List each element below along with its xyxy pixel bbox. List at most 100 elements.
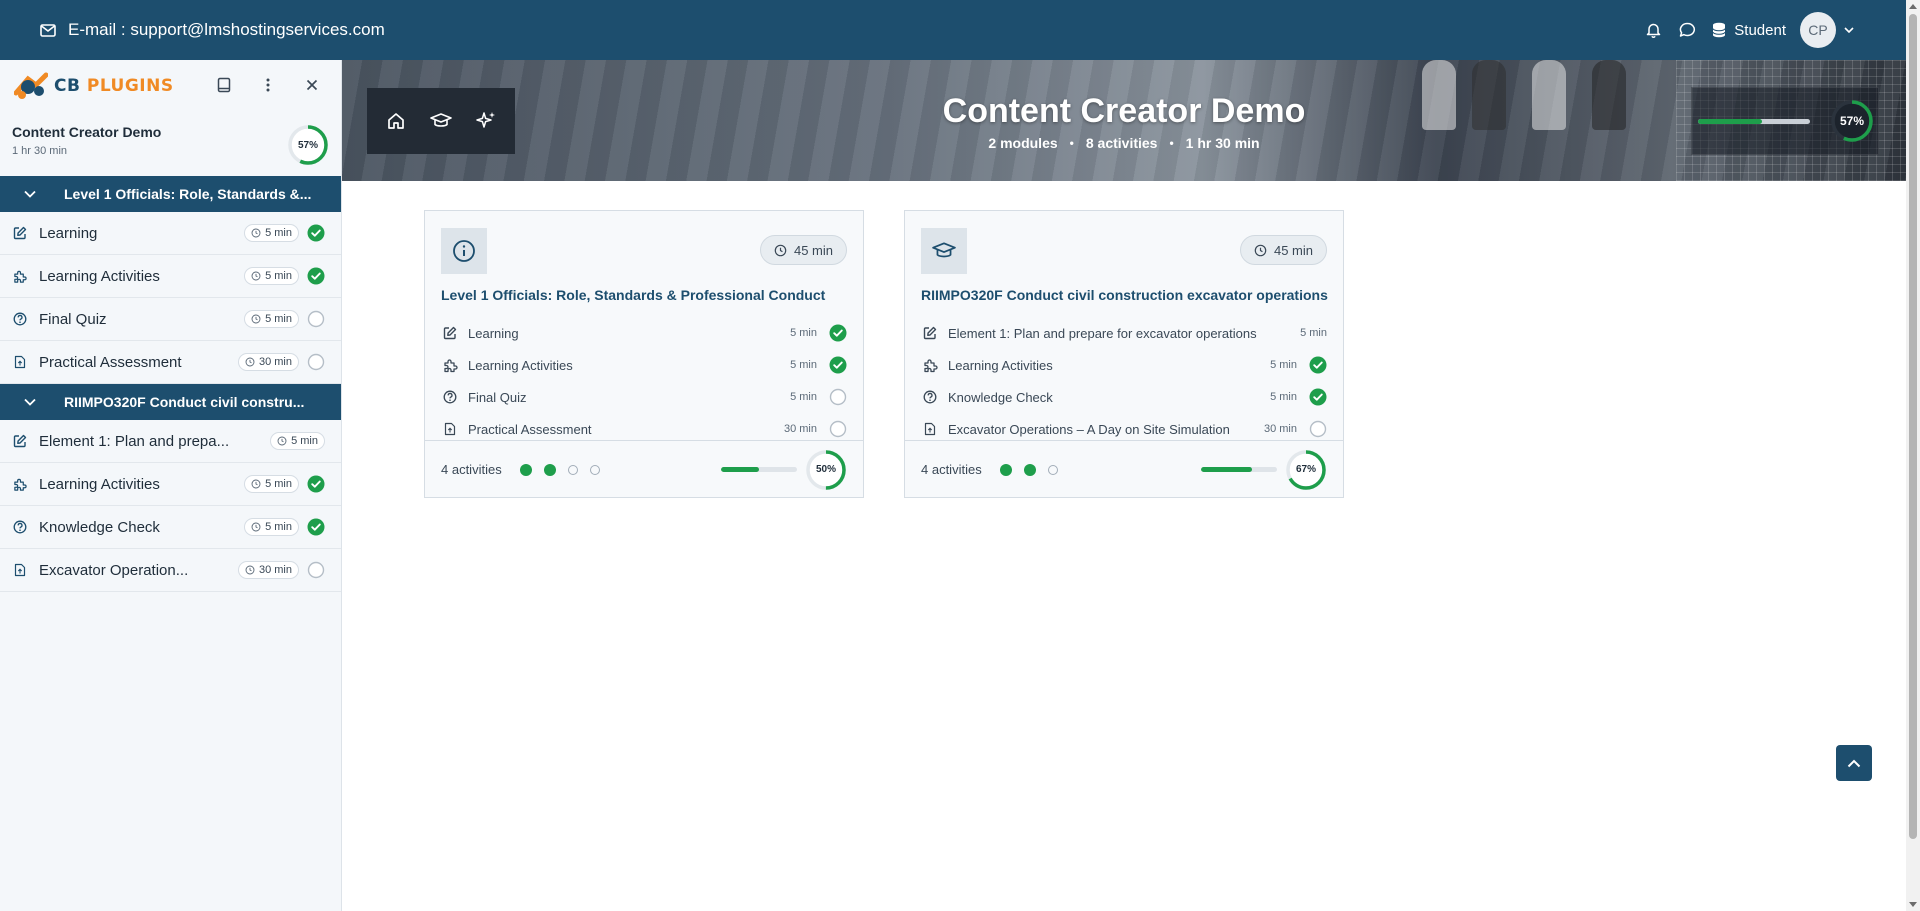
module-title[interactable]: Level 1 Officials: Role, Standards & Pro…	[441, 287, 825, 303]
duration-text: 30 min	[258, 564, 292, 576]
sidebar-lesson-item[interactable]: Learning Activities 5 min	[0, 255, 341, 298]
puzzle-icon	[441, 356, 459, 374]
book-icon[interactable]	[215, 76, 233, 94]
sidebar-section-header[interactable]: RIIMPO320F Conduct civil constru...	[0, 384, 341, 420]
file-upload-icon	[13, 563, 27, 577]
sidebar-course-info: Content Creator Demo 1 hr 30 min 57%	[0, 112, 341, 176]
clock-icon	[251, 314, 261, 324]
progress-percent: 50%	[815, 464, 836, 475]
status-indicator	[829, 420, 847, 438]
module-activity-row[interactable]: Learning Activities 5 min	[441, 349, 847, 381]
empty-circle-icon	[307, 353, 325, 371]
status-indicator	[307, 561, 325, 579]
sidebar-lesson-label: Learning Activities	[39, 475, 160, 493]
module-activity-row[interactable]: Final Quiz 5 min	[441, 381, 847, 413]
sidebar-lesson-label: Learning	[39, 224, 98, 242]
back-to-top-button[interactable]	[1836, 745, 1872, 781]
module-activity-row[interactable]: Learning Activities 5 min	[921, 349, 1327, 381]
question-icon	[921, 388, 939, 406]
sidebar-lesson-item[interactable]: Excavator Operation... 30 min	[0, 549, 341, 592]
activity-dot	[567, 464, 578, 475]
file-upload-icon	[441, 420, 459, 438]
activity-count: 4 activities	[921, 462, 982, 477]
status-indicator	[307, 353, 325, 371]
duration-badge: 5 min	[244, 518, 299, 536]
edit-icon	[921, 324, 939, 342]
chevron-down-icon	[24, 398, 42, 406]
duration-badge: 5 min	[244, 224, 299, 242]
empty-circle-icon	[1309, 420, 1327, 438]
edit-icon	[13, 434, 27, 448]
module-progress-bar	[721, 467, 797, 472]
activity-label: Learning Activities	[948, 357, 1053, 373]
support-email[interactable]: E-mail : support@lmshostingservices.com	[40, 20, 385, 40]
sidebar-lesson-item[interactable]: Knowledge Check 5 min	[0, 506, 341, 549]
hero-duration: 1 hr 30 min	[1185, 135, 1260, 151]
chat-icon[interactable]	[1678, 21, 1696, 39]
avatar[interactable]: CP	[1800, 12, 1836, 48]
check-circle-icon	[1309, 388, 1327, 406]
logo-text-cb: CB	[54, 76, 81, 96]
sidebar-lesson-label: Practical Assessment	[39, 353, 182, 371]
sidebar-lesson-item[interactable]: Element 1: Plan and prepa... 5 min	[0, 420, 341, 463]
clock-icon	[251, 271, 261, 281]
logo-mark-icon	[14, 72, 48, 99]
clock-icon	[774, 244, 787, 256]
module-progress-ring: 67%	[1285, 449, 1327, 491]
duration-text: 5 min	[291, 435, 318, 447]
meta-separator: •	[1069, 136, 1074, 150]
brand-logo[interactable]: CB PLUGINS	[14, 71, 174, 101]
scroll-down-arrow[interactable]	[1909, 902, 1917, 907]
puzzle-icon	[921, 356, 939, 374]
sidebar-lesson-item[interactable]: Learning Activities 5 min	[0, 463, 341, 506]
empty-circle-icon	[307, 310, 325, 328]
duration-text: 5 min	[265, 270, 292, 282]
sidebar-lesson-item[interactable]: Learning 5 min	[0, 212, 341, 255]
scrollbar-thumb[interactable]	[1909, 14, 1917, 839]
module-card[interactable]: 45 min RIIMPO320F Conduct civil construc…	[904, 210, 1344, 498]
sidebar-section-header[interactable]: Level 1 Officials: Role, Standards &...	[0, 176, 341, 212]
close-icon[interactable]	[303, 76, 321, 94]
activity-count: 4 activities	[441, 462, 502, 477]
duration-text: 5 min	[265, 478, 292, 490]
empty-circle-icon	[829, 388, 847, 406]
module-activity-row[interactable]: Learning 5 min	[441, 317, 847, 349]
more-vertical-icon[interactable]	[259, 76, 277, 94]
activity-label: Knowledge Check	[948, 389, 1053, 405]
activity-label: Final Quiz	[468, 389, 527, 405]
sidebar-lesson-item[interactable]: Final Quiz 5 min	[0, 298, 341, 341]
module-duration-text: 45 min	[1273, 242, 1313, 258]
module-card[interactable]: 45 min Level 1 Officials: Role, Standard…	[424, 210, 864, 498]
module-duration-badge: 45 min	[759, 235, 847, 265]
question-icon	[13, 520, 27, 534]
sidebar: CB PLUGINS Content Creator Demo 1 hr 30 …	[0, 60, 342, 911]
module-duration-badge: 45 min	[1239, 235, 1327, 265]
clock-icon	[251, 522, 261, 532]
chevron-down-icon[interactable]	[1844, 27, 1854, 33]
module-progress-bar	[1201, 467, 1277, 472]
sidebar-lesson-label: Learning Activities	[39, 267, 160, 285]
activity-dot	[999, 463, 1012, 476]
activity-label: Element 1: Plan and prepare for excavato…	[948, 325, 1257, 341]
module-card-footer: 4 activities 50%	[425, 440, 863, 498]
activity-dot	[519, 463, 532, 476]
module-activity-row[interactable]: Element 1: Plan and prepare for excavato…	[921, 317, 1327, 349]
duration-badge: 30 min	[237, 561, 299, 579]
clock-icon	[245, 357, 255, 367]
module-progress-ring: 50%	[805, 449, 847, 491]
module-activity-row[interactable]: Knowledge Check 5 min	[921, 381, 1327, 413]
status-indicator	[307, 310, 325, 328]
module-title[interactable]: RIIMPO320F Conduct civil construction ex…	[921, 287, 1328, 303]
sidebar-lesson-item[interactable]: Practical Assessment 30 min	[0, 341, 341, 384]
activity-label: Excavator Operations – A Day on Site Sim…	[948, 421, 1230, 437]
status-indicator	[1309, 388, 1327, 406]
page-scrollbar[interactable]	[1906, 0, 1920, 911]
bell-icon[interactable]	[1644, 21, 1662, 39]
clock-icon	[1254, 244, 1267, 256]
role-switcher[interactable]: Student	[1712, 22, 1786, 39]
scroll-up-arrow[interactable]	[1909, 4, 1917, 9]
logo-text-plugins: PLUGINS	[86, 76, 174, 96]
chevron-down-icon	[24, 190, 42, 198]
duration-text: 30 min	[258, 356, 292, 368]
activity-dot	[543, 463, 556, 476]
